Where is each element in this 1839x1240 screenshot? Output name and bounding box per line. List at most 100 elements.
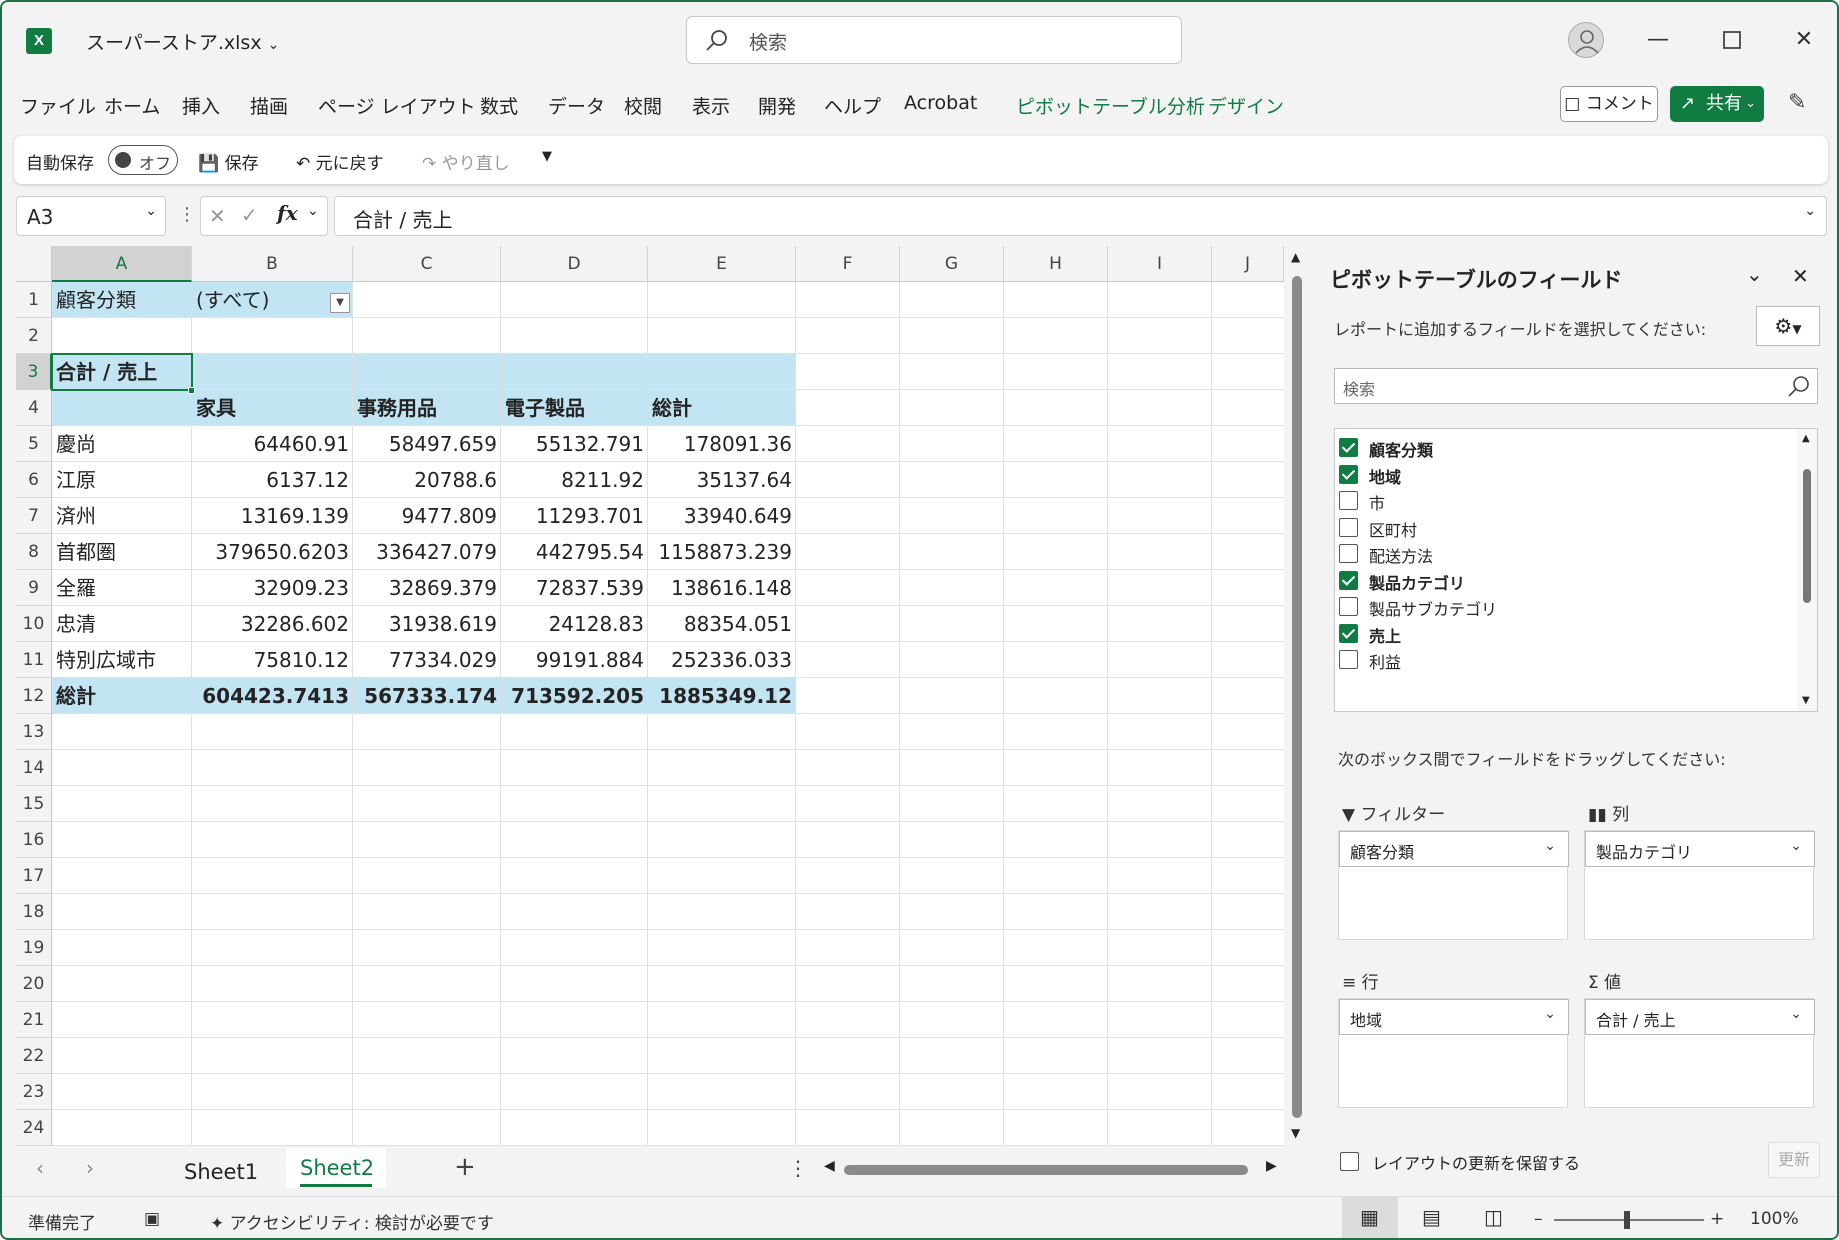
- row-header-12[interactable]: 12: [16, 678, 52, 714]
- row-header-4[interactable]: 4: [16, 390, 52, 426]
- row-header-22[interactable]: 22: [16, 1038, 52, 1074]
- scroll-up-icon[interactable]: ▲: [1291, 250, 1300, 264]
- menu-file[interactable]: ファイル: [20, 92, 96, 119]
- pivot-value-cell[interactable]: 252336.033: [648, 642, 796, 678]
- add-sheet-icon[interactable]: +: [454, 1152, 476, 1182]
- menu-design[interactable]: デザイン: [1208, 92, 1284, 119]
- pivot-value-cell[interactable]: 8211.92: [501, 462, 648, 498]
- scroll-left-icon[interactable]: ◀: [824, 1158, 835, 1174]
- account-avatar-icon[interactable]: [1568, 22, 1604, 58]
- more-dots-icon[interactable]: ⋮: [788, 1156, 808, 1180]
- filter-area-item[interactable]: 顧客分類 ⌄: [1339, 831, 1569, 867]
- menu-help[interactable]: ヘルプ: [824, 92, 881, 119]
- zoom-slider-thumb[interactable]: [1624, 1211, 1630, 1229]
- select-all-corner[interactable]: [16, 246, 52, 282]
- close-pane-icon[interactable]: ✕: [1792, 264, 1809, 288]
- sheet-tab-sheet2[interactable]: Sheet2: [300, 1156, 374, 1180]
- field-checkbox[interactable]: [1339, 544, 1358, 563]
- pane-options-chevron-icon[interactable]: ⌄: [1746, 262, 1763, 286]
- pivot-value-cell[interactable]: 13169.139: [192, 498, 353, 534]
- enter-check-icon[interactable]: ✓: [241, 203, 258, 227]
- pivot-value-cell[interactable]: 88354.051: [648, 606, 796, 642]
- customize-toolbar-icon[interactable]: ▼: [542, 149, 552, 164]
- row-label[interactable]: 江原: [52, 462, 192, 498]
- field-list-scrollbar[interactable]: ▲ ▼: [1797, 429, 1817, 711]
- row-header-10[interactable]: 10: [16, 606, 52, 642]
- zoom-in-icon[interactable]: +: [1710, 1209, 1724, 1229]
- column-header-c[interactable]: C: [353, 246, 501, 282]
- pivot-value-cell[interactable]: 77334.029: [353, 642, 501, 678]
- row-header-2[interactable]: 2: [16, 318, 52, 354]
- search-box[interactable]: 検索: [686, 16, 1182, 64]
- zoom-out-icon[interactable]: –: [1534, 1209, 1543, 1229]
- column-header-i[interactable]: I: [1108, 246, 1212, 282]
- gear-icon[interactable]: ⚙▼: [1756, 306, 1820, 346]
- grand-total-value[interactable]: 1885349.12: [648, 678, 796, 714]
- menu-page-layout[interactable]: ページ レイアウト: [318, 92, 476, 119]
- row-header-21[interactable]: 21: [16, 1002, 52, 1038]
- file-name[interactable]: スーパーストア.xlsx ⌄: [86, 28, 279, 55]
- pivot-value-cell[interactable]: 138616.148: [648, 570, 796, 606]
- row-header-24[interactable]: 24: [16, 1110, 52, 1146]
- pivot-value-cell[interactable]: 6137.12: [192, 462, 353, 498]
- row-label[interactable]: 全羅: [52, 570, 192, 606]
- filter-value-cell[interactable]: (すべて): [192, 282, 332, 318]
- row-label[interactable]: 首都圏: [52, 534, 192, 570]
- field-checkbox[interactable]: [1339, 597, 1358, 616]
- column-header-a[interactable]: A: [52, 246, 192, 282]
- pivot-value-cell[interactable]: 336427.079: [353, 534, 501, 570]
- row-header-23[interactable]: 23: [16, 1074, 52, 1110]
- row-header-20[interactable]: 20: [16, 966, 52, 1002]
- field-list-scroll-thumb[interactable]: [1803, 469, 1811, 603]
- pivot-value-cell[interactable]: 11293.701: [501, 498, 648, 534]
- column-header-f[interactable]: F: [796, 246, 900, 282]
- pivot-value-cell[interactable]: 32909.23: [192, 570, 353, 606]
- formula-input[interactable]: 合計 / 売上 ⌄: [334, 196, 1827, 236]
- row-label[interactable]: 済州: [52, 498, 192, 534]
- pivot-value-cell[interactable]: 64460.91: [192, 426, 353, 462]
- row-header-16[interactable]: 16: [16, 822, 52, 858]
- row-header-1[interactable]: 1: [16, 282, 52, 318]
- filter-dropdown-icon[interactable]: ▼: [330, 293, 350, 313]
- menu-formulas[interactable]: 数式: [480, 92, 518, 119]
- row-header-5[interactable]: 5: [16, 426, 52, 462]
- pivot-value-cell[interactable]: 442795.54: [501, 534, 648, 570]
- minimize-icon[interactable]: —: [1638, 20, 1678, 60]
- row-header-14[interactable]: 14: [16, 750, 52, 786]
- col-header-furniture[interactable]: 家具: [192, 390, 353, 426]
- menu-data[interactable]: データ: [548, 92, 605, 119]
- pivot-value-cell[interactable]: 55132.791: [501, 426, 648, 462]
- pivot-value-cell[interactable]: 32286.602: [192, 606, 353, 642]
- expand-formula-icon[interactable]: ⌄: [1804, 203, 1816, 219]
- row-header-18[interactable]: 18: [16, 894, 52, 930]
- col-header-electronics[interactable]: 電子製品: [501, 390, 648, 426]
- row-header-3[interactable]: 3: [16, 354, 52, 390]
- column-header-b[interactable]: B: [192, 246, 353, 282]
- pivot-value-cell[interactable]: 33940.649: [648, 498, 796, 534]
- sheet-tab-sheet1[interactable]: Sheet1: [184, 1160, 258, 1184]
- row-header-19[interactable]: 19: [16, 930, 52, 966]
- column-header-e[interactable]: E: [648, 246, 796, 282]
- row-label[interactable]: 慶尚: [52, 426, 192, 462]
- row-header-6[interactable]: 6: [16, 462, 52, 498]
- grand-total-value[interactable]: 604423.7413: [192, 678, 353, 714]
- row-label[interactable]: 特別広域市: [52, 642, 192, 678]
- pivot-value-cell[interactable]: 35137.64: [648, 462, 796, 498]
- field-checkbox[interactable]: [1339, 650, 1358, 669]
- row-header-11[interactable]: 11: [16, 642, 52, 678]
- pivot-value-cell[interactable]: 72837.539: [501, 570, 648, 606]
- vertical-scroll-thumb[interactable]: [1292, 276, 1302, 1118]
- comment-button[interactable]: □ コメント: [1560, 86, 1658, 122]
- filter-area-box[interactable]: 顧客分類 ⌄: [1338, 830, 1569, 940]
- columns-area-box[interactable]: 製品カテゴリ ⌄: [1584, 830, 1815, 940]
- row-header-8[interactable]: 8: [16, 534, 52, 570]
- row-header-15[interactable]: 15: [16, 786, 52, 822]
- menu-insert[interactable]: 挿入: [182, 92, 220, 119]
- vertical-scrollbar[interactable]: ▲ ▼: [1284, 246, 1310, 1146]
- row-header-13[interactable]: 13: [16, 714, 52, 750]
- values-area-item[interactable]: 合計 / 売上 ⌄: [1585, 999, 1815, 1035]
- page-break-view-icon[interactable]: ◫: [1484, 1205, 1503, 1229]
- next-sheet-icon[interactable]: ›: [86, 1156, 94, 1180]
- grand-total-value[interactable]: 567333.174: [353, 678, 501, 714]
- save-button[interactable]: 💾 保存: [198, 149, 259, 174]
